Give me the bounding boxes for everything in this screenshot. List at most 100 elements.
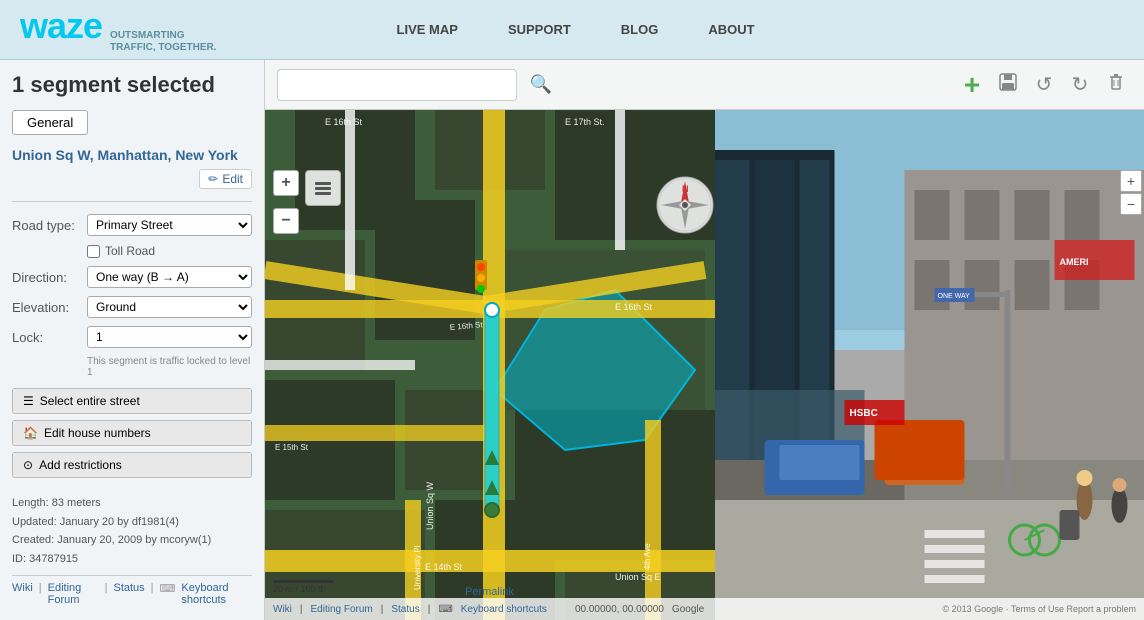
nav-blog[interactable]: BLOG [621, 22, 659, 37]
segment-info: Length: 83 meters Updated: January 20 by… [12, 494, 252, 569]
svg-text:E 15th St: E 15th St [275, 443, 309, 452]
house-icon: 🏠 [23, 426, 38, 440]
svg-text:University Pl: University Pl [413, 545, 422, 590]
segment-created: Created: January 20, 2009 by mcoryw(1) [12, 531, 252, 550]
scale-bar: 20 m / 100 ft [273, 580, 333, 594]
scale-100ft: 100 ft [301, 584, 324, 594]
toll-road-checkbox[interactable] [87, 245, 100, 258]
streetview-zoom-controls: + − [1120, 170, 1142, 215]
save-icon [997, 71, 1019, 98]
lock-row: Lock: 1 [12, 326, 252, 348]
road-type-select[interactable]: Primary Street [87, 214, 252, 236]
map-container[interactable]: 🔍 + ↺ ↻ [265, 60, 1144, 620]
compass: N [655, 175, 715, 235]
direction-row: Direction: One way (B → A) [12, 266, 252, 288]
nav-about[interactable]: ABOUT [708, 22, 754, 37]
undo-button[interactable]: ↺ [1028, 69, 1060, 101]
wiki-link[interactable]: Wiki [12, 582, 33, 606]
main-content: 1 segment selected General Union Sq W, M… [0, 60, 1144, 620]
sidebar: 1 segment selected General Union Sq W, M… [0, 60, 265, 620]
keyboard-icon: ⌨ [160, 582, 176, 606]
elevation-label: Elevation: [12, 300, 87, 315]
toll-road-row: Toll Road [87, 244, 252, 258]
divider [12, 201, 252, 202]
permalink[interactable]: Permalink [465, 586, 514, 598]
add-button[interactable]: + [956, 69, 988, 101]
delete-button[interactable] [1100, 69, 1132, 101]
map-toolbar: 🔍 + ↺ ↻ [265, 60, 1144, 110]
trash-icon [1105, 71, 1127, 98]
svg-text:E 16th St: E 16th St [325, 117, 363, 127]
scale-20m: 20 m [273, 584, 293, 594]
toolbar-right: + ↺ ↻ [956, 69, 1132, 101]
tab-general[interactable]: General [12, 110, 88, 135]
editing-forum-link[interactable]: Editing Forum [48, 582, 99, 606]
compass-icon[interactable]: N [655, 175, 715, 235]
direction-label: Direction: [12, 270, 87, 285]
coords-display: 00.00000, 00.00000 [575, 604, 664, 615]
status-bottom-link[interactable]: Status [391, 604, 419, 615]
google-logo-text: Google [672, 604, 704, 615]
nav-live-map[interactable]: LIVE MAP [397, 22, 458, 37]
lock-label: Lock: [12, 330, 87, 345]
street-name: Union Sq W, Manhattan, New York [12, 147, 252, 163]
svg-text:E 14th St: E 14th St [425, 562, 463, 572]
header: waze OUTSMARTING TRAFFIC, TOGETHER. LIVE… [0, 0, 1144, 60]
svg-text:E 17th St.: E 17th St. [565, 117, 605, 127]
segment-title: 1 segment selected [12, 72, 252, 98]
segment-updated: Updated: January 20 by df1981(4) [12, 513, 252, 532]
search-button[interactable]: 🔍 [525, 69, 557, 101]
search-icon: 🔍 [530, 74, 552, 95]
zoom-in-button[interactable]: + [273, 170, 299, 196]
sidebar-footer-links: Wiki | Editing Forum | Status | ⌨ Keyboa… [12, 575, 252, 606]
redo-button[interactable]: ↻ [1064, 69, 1096, 101]
keyboard-shortcuts-link[interactable]: Keyboard shortcuts [181, 582, 252, 606]
select-street-button[interactable]: ☰ Select entire street [12, 388, 252, 414]
lock-select[interactable]: 1 [87, 326, 252, 348]
logo-tagline: OUTSMARTING TRAFFIC, TOGETHER. [110, 30, 216, 54]
edit-button[interactable]: ✏ Edit [199, 169, 252, 189]
elevation-select[interactable]: Ground [87, 296, 252, 318]
keyboard-shortcuts-bottom-link[interactable]: Keyboard shortcuts [461, 604, 547, 615]
map-satellite[interactable]: E 16th St E 17th St. E 16th St E 16th St… [265, 110, 715, 620]
select-street-icon: ☰ [23, 394, 34, 408]
streetview-zoom-out[interactable]: − [1120, 193, 1142, 215]
logo-area: waze OUTSMARTING TRAFFIC, TOGETHER. [20, 5, 217, 54]
zoom-out-button[interactable]: − [273, 208, 299, 234]
edit-house-numbers-button[interactable]: 🏠 Edit house numbers [12, 420, 252, 446]
elevation-row: Elevation: Ground [12, 296, 252, 318]
toll-road-label: Toll Road [105, 244, 155, 258]
editing-forum-bottom-link[interactable]: Editing Forum [311, 604, 373, 615]
svg-text:HSBC: HSBC [850, 408, 878, 419]
save-button[interactable] [992, 69, 1024, 101]
bottom-bar: Wiki | Editing Forum | Status | ⌨ Keyboa… [265, 598, 1144, 620]
streetview-zoom-in[interactable]: + [1120, 170, 1142, 192]
svg-text:Union Sq E: Union Sq E [615, 572, 661, 582]
svg-text:AMERI: AMERI [1060, 257, 1089, 267]
road-type-row: Road type: Primary Street [12, 214, 252, 236]
svg-text:4th Ave: 4th Ave [643, 543, 652, 570]
svg-text:N: N [682, 184, 689, 194]
road-type-label: Road type: [12, 218, 87, 233]
svg-text:ONE WAY: ONE WAY [938, 293, 971, 300]
search-input[interactable] [277, 69, 517, 101]
wiki-bottom-link[interactable]: Wiki [273, 604, 292, 615]
status-link[interactable]: Status [113, 582, 144, 606]
map-controls: + − [273, 170, 299, 234]
street-view[interactable]: AMERI [715, 110, 1144, 620]
lock-note: This segment is traffic locked to level … [87, 356, 252, 378]
nav-support[interactable]: SUPPORT [508, 22, 571, 37]
main-nav: LIVE MAP SUPPORT BLOG ABOUT [397, 22, 755, 37]
svg-text:E 16th St: E 16th St [615, 302, 653, 312]
layers-button[interactable] [305, 170, 341, 206]
segment-length: Length: 83 meters [12, 494, 252, 513]
layers-icon [312, 177, 334, 199]
copyright: © 2013 Google · Terms of Use Report a pr… [942, 604, 1136, 614]
add-restrictions-button[interactable]: ⊙ Add restrictions [12, 452, 252, 478]
street-view-svg: AMERI [715, 110, 1144, 620]
direction-select[interactable]: One way (B → A) [87, 266, 252, 288]
segment-id: ID: 34787915 [12, 550, 252, 569]
waze-logo: waze [20, 5, 102, 47]
edit-pencil-icon: ✏ [208, 172, 218, 186]
restrictions-icon: ⊙ [23, 458, 33, 472]
